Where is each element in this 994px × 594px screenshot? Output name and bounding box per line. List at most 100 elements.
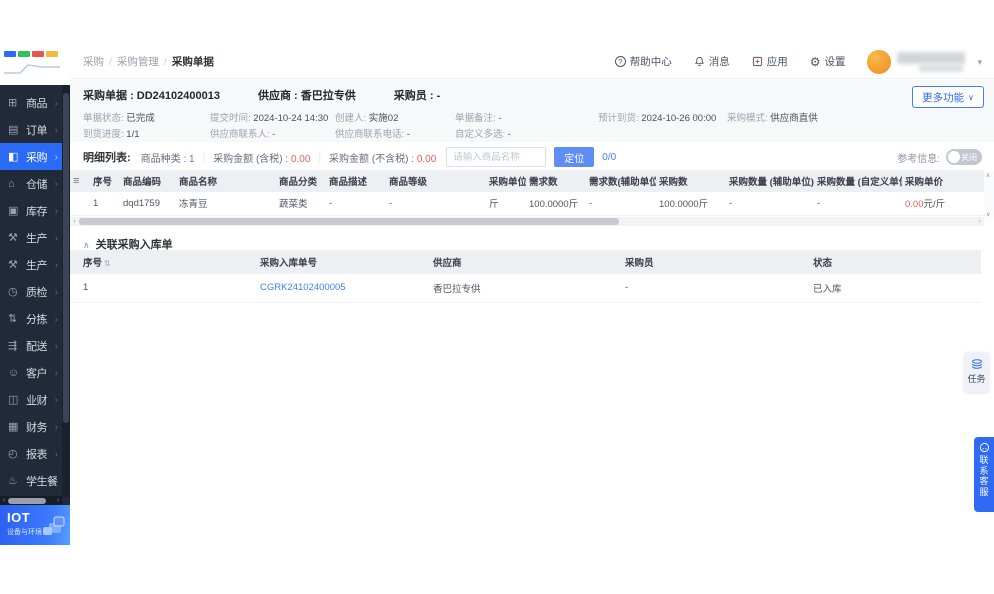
receipt-no-link[interactable]: CGRK24102400005 — [260, 282, 346, 293]
settings-button[interactable]: 设置 — [810, 54, 845, 69]
order-buyer: 采购员 : - — [393, 90, 441, 102]
toggle-knob — [948, 151, 960, 163]
col-desc: 商品描述 — [326, 170, 386, 192]
chevron-right-icon — [55, 97, 58, 109]
sidebar-item-customer[interactable]: ☺ 客户 — [0, 359, 62, 386]
cell-purchase-qty-aux: - — [726, 192, 814, 216]
sidebar-item-student-meal[interactable]: ♨ 学生餐 — [0, 467, 62, 494]
field-creator: 创建人: 实施02 — [335, 113, 399, 124]
warehouse-icon: ⌂ — [8, 177, 15, 190]
chevron-down-icon — [977, 56, 982, 68]
breadcrumb-purchase-management[interactable]: 采购管理 — [117, 54, 159, 69]
production-icon: ⚒ — [8, 259, 18, 271]
sidebar-item-purchase[interactable]: ◧ 采购 › — [0, 143, 70, 170]
chevron-right-icon — [55, 286, 58, 298]
sidebar-item-label: 库存 — [26, 205, 47, 218]
stat-amount-tax: 采购金额 (含税) : 0.00 — [213, 153, 311, 165]
detail-list-toolbar: 明细列表: 商品种类 : 1 | 采购金额 (含税) : 0.00 | 采购金额… — [70, 144, 994, 170]
col-price: 采购单价 — [902, 170, 984, 192]
cell-supplier: 香巴拉专供 — [420, 274, 612, 303]
cell-index: 1 — [90, 192, 120, 216]
scroll-right-icon[interactable]: › — [54, 497, 62, 504]
sidebar-item-quality[interactable]: ◷ 质检 — [0, 278, 62, 305]
scroll-right-icon[interactable]: › — [975, 218, 984, 225]
sidebar-item-business-finance[interactable]: ◫ 业财 — [0, 386, 62, 413]
message-button[interactable]: 消息 — [694, 54, 730, 69]
detail-table-vertical-scrollbar[interactable] — [984, 170, 994, 220]
sidebar-item-inventory[interactable]: ▣ 库存 — [0, 197, 62, 224]
sidebar-horizontal-scrollbar[interactable]: ‹ › — [0, 496, 62, 505]
sidebar-item-warehouse[interactable]: ⌂ 仓储 — [0, 170, 62, 197]
scroll-left-icon[interactable]: ‹ — [0, 497, 8, 504]
sidebar-item-report[interactable]: ◴ 报表 — [0, 440, 62, 467]
col-grade: 商品等级 — [386, 170, 486, 192]
field-supplier-phone: 供应商联系电话: - — [335, 129, 410, 140]
col-category: 商品分类 — [276, 170, 326, 192]
scroll-down-icon[interactable] — [986, 211, 990, 218]
field-doc-remark: 单据备注: - — [455, 113, 502, 124]
cell-grade: - — [386, 192, 486, 216]
linked-table-row[interactable]: 1 CGRK24102400005 香巴拉专供 - 已入库 — [70, 274, 981, 303]
cell-desc: - — [326, 192, 386, 216]
iot-banner[interactable]: IOT 设备与环境 — [0, 505, 70, 545]
detail-table-horizontal-scrollbar[interactable]: ‹ › — [70, 217, 984, 226]
chevron-right-icon — [55, 232, 58, 244]
order-supplier: 供应商 : 香巴拉专供 — [257, 90, 356, 102]
sidebar-item-orders[interactable]: ▤ 订单 — [0, 116, 62, 143]
chevron-right-icon — [55, 178, 58, 190]
order-icon: ▤ — [8, 124, 19, 136]
chevron-right-icon — [55, 394, 58, 406]
sidebar-item-label: 学生餐 — [26, 475, 58, 488]
brand-logo[interactable] — [0, 45, 70, 85]
col-name: 商品名称 — [176, 170, 276, 192]
help-center-button[interactable]: ? 帮助中心 — [614, 54, 672, 69]
sidebar-item-finance[interactable]: ▦ 财务 — [0, 413, 62, 440]
col-index[interactable]: 序号 — [70, 250, 247, 274]
apps-button[interactable]: 应用 — [752, 54, 788, 69]
field-supplier-contact: 供应商联系人: - — [210, 129, 276, 140]
sidebar-item-delivery[interactable]: ⇶ 配送 — [0, 332, 62, 359]
locate-button[interactable]: 定位 — [554, 147, 595, 167]
col-status: 状态 — [800, 250, 981, 274]
sidebar-vertical-scrollbar[interactable] — [62, 85, 70, 497]
scroll-left-icon[interactable]: ‹ — [70, 218, 79, 225]
sort-icon[interactable] — [102, 258, 111, 269]
product-search-input[interactable] — [446, 147, 547, 167]
scrollbar-thumb[interactable] — [8, 497, 46, 504]
divider: | — [202, 151, 206, 163]
quality-check-icon: ◷ — [8, 286, 18, 298]
scrollbar-thumb[interactable] — [79, 218, 619, 225]
stat-item-types: 商品种类 : 1 — [140, 153, 195, 165]
sidebar-item-production-2[interactable]: ⚒ 生产 — [0, 251, 62, 278]
col-demand-qty-aux: 需求数(辅助单位) — [586, 170, 656, 192]
top-bar: 采购 / 采购管理 / 采购单据 ?帮助中心 消息 应用 设置 — [70, 45, 994, 79]
cell-price: 0.00元/斤 — [902, 192, 984, 216]
sidebar-item-label: 财务 — [26, 421, 47, 434]
breadcrumb-purchase[interactable]: 采购 — [83, 54, 104, 69]
breadcrumb: 采购 / 采购管理 / 采购单据 — [83, 54, 214, 69]
scroll-up-icon[interactable] — [986, 172, 990, 179]
iot-title: IOT — [7, 510, 31, 525]
col-buyer: 采购员 — [612, 250, 800, 274]
sidebar-item-label: 商品 — [26, 97, 47, 110]
field-doc-status: 单据状态: 已完成 — [83, 113, 155, 124]
col-purchase-qty-aux: 采购数量 (辅助单位) — [726, 170, 814, 192]
apps-icon — [752, 56, 762, 67]
sidebar-item-sorting[interactable]: ⇅ 分拣 — [0, 305, 62, 332]
sidebar-item-goods[interactable]: ⊞ 商品 — [0, 89, 62, 116]
iot-cubes-icon — [43, 516, 65, 535]
chevron-right-icon — [55, 340, 58, 352]
topbar-actions: ?帮助中心 消息 应用 设置 — [614, 49, 982, 74]
contact-service-button[interactable]: 联系客服 — [974, 437, 994, 512]
headset-icon — [979, 442, 989, 453]
more-actions-button[interactable]: 更多功能 — [912, 86, 984, 108]
detail-table-row[interactable]: 1 dqd1759 冻青豆 蔬菜类 - - 斤 100.0000斤 - 100.… — [70, 192, 984, 216]
cell-category: 蔬菜类 — [276, 192, 326, 216]
avatar[interactable] — [867, 49, 892, 74]
reference-info-toggle[interactable]: 关闭 — [946, 149, 982, 165]
column-filter-icon[interactable] — [73, 176, 79, 187]
sidebar-item-production-1[interactable]: ⚒ 生产 — [0, 224, 62, 251]
user-account[interactable] — [867, 49, 982, 74]
sidebar-item-label: 采购 — [26, 151, 47, 164]
task-floating-button[interactable]: 任务 — [964, 352, 989, 392]
